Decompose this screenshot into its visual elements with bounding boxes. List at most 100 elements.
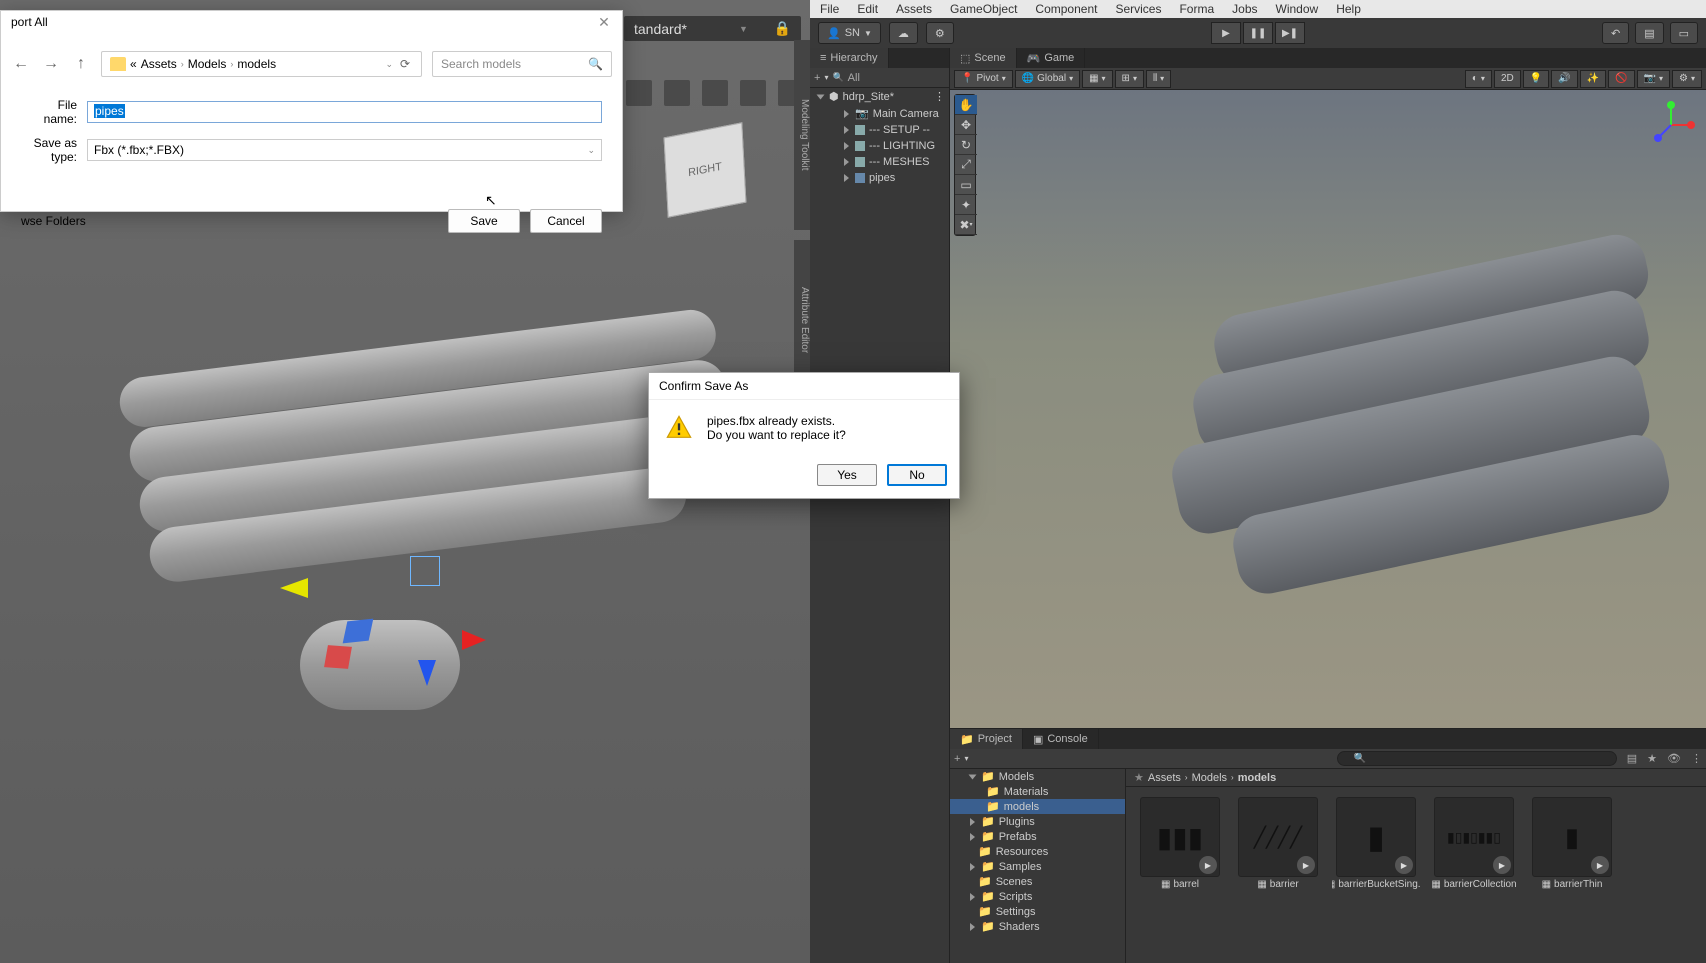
pivot-dropdown[interactable]: 📍Pivot▾ [954,70,1013,88]
undo-history-icon[interactable]: ↶ [1602,22,1629,44]
nav-back-icon[interactable]: ← [11,54,31,74]
menu-item-window[interactable]: Window [1276,2,1319,16]
tree-item-materials[interactable]: 📁 Materials [950,784,1125,799]
layout-button[interactable]: ▭ [1670,22,1698,44]
fx-icon[interactable]: ✨ [1580,70,1606,88]
tree-item-shaders[interactable]: 📁 Shaders [950,919,1125,934]
asset-item[interactable]: ▮▶▦ barrierBucketSing... [1332,797,1420,890]
camera-icon[interactable]: 📷▾ [1637,70,1670,88]
rotate-tool-icon[interactable]: ↻ [955,135,977,155]
pause-button[interactable]: ❚❚ [1243,22,1273,44]
shelf-icon[interactable] [740,80,766,106]
nav-up-icon[interactable]: ↑ [71,54,91,74]
add-icon[interactable]: + [954,753,960,765]
play-button[interactable]: ▶ [1211,22,1241,44]
tree-item-settings[interactable]: 📁 Settings [950,904,1125,919]
browse-folders-link[interactable]: wse Folders [21,214,86,228]
lighting-icon[interactable]: 💡 [1523,70,1549,88]
rect-tool-icon[interactable]: ▭ [955,175,977,195]
no-button[interactable]: No [887,464,947,486]
step-button[interactable]: ▶❚ [1275,22,1305,44]
global-dropdown[interactable]: 🌐Global▾ [1015,70,1080,88]
tree-item-models-sub[interactable]: 📁 models [950,799,1125,814]
search-input[interactable]: Search models 🔍 [432,51,612,77]
cloud-icon[interactable]: ☁ [889,22,918,44]
save-button[interactable]: Save [448,209,520,233]
scale-tool-icon[interactable]: ⤢ [955,155,977,175]
snap2-icon[interactable]: ⫴▾ [1146,70,1171,88]
hierarchy-item[interactable]: pipes [810,170,949,186]
menu-item-services[interactable]: Services [1115,2,1161,16]
move-tool-icon[interactable]: ✥ [955,115,977,135]
shelf-icon[interactable] [664,80,690,106]
cancel-button[interactable]: Cancel [530,209,602,233]
tab-hierarchy[interactable]: ≡ Hierarchy [810,48,889,68]
hierarchy-root[interactable]: ⬢ hdrp_Site* ⋮ [810,88,949,105]
breadcrumb-part[interactable]: models [237,57,276,71]
breadcrumb-part[interactable]: Models [188,57,227,71]
menu-item-component[interactable]: Component [1035,2,1097,16]
asset-item[interactable]: ╱╱╱╱▶▦ barrier [1234,797,1322,890]
save-type-select[interactable]: Fbx (*.fbx;*.FBX) ⌄ [87,139,602,161]
tree-item-resources[interactable]: 📁 Resources [950,844,1125,859]
file-name-field[interactable]: pipes [87,101,602,123]
menu-item-gameobject[interactable]: GameObject [950,2,1017,16]
filter-icon[interactable]: ▤ [1627,752,1637,765]
fav-icon[interactable]: ★ [1647,752,1657,765]
tree-item-models[interactable]: 📁 Models [950,769,1125,784]
menu-item-assets[interactable]: Assets [896,2,932,16]
scene-view[interactable]: ✋ ✥ ↻ ⤢ ▭ ✦ ✖▾ [950,90,1706,728]
snap-icon[interactable]: ⊞▾ [1115,70,1144,88]
tree-item-plugins[interactable]: 📁 Plugins [950,814,1125,829]
project-search-input[interactable] [1337,751,1617,766]
tab-project[interactable]: 📁 Project [950,729,1023,749]
audio-icon[interactable]: 🔊 [1551,70,1577,88]
nav-forward-icon[interactable]: → [41,54,61,74]
yes-button[interactable]: Yes [817,464,877,486]
2d-toggle[interactable]: 2D [1494,70,1521,88]
menu-item-edit[interactable]: Edit [857,2,878,16]
breadcrumb[interactable]: « Assets› Models› models ⌄ ⟳ [101,51,422,77]
breadcrumb-part[interactable]: models [1238,772,1277,784]
hierarchy-item[interactable]: 📷 Main Camera [810,105,949,122]
account-button[interactable]: 👤 SN ▼ [818,22,881,44]
tab-console[interactable]: ▣ Console [1023,729,1099,749]
orientation-gizmo[interactable] [1646,100,1696,150]
hand-tool-icon[interactable]: ✋ [955,95,977,115]
close-icon[interactable]: ✕ [596,14,612,30]
draw-mode-icon[interactable]: ◐▾ [1465,70,1492,88]
tree-item-scenes[interactable]: 📁 Scenes [950,874,1125,889]
view-cube[interactable]: RIGHT [664,122,747,217]
transform-tool-icon[interactable]: ✦ [955,195,977,215]
custom-tool-icon[interactable]: ✖▾ [955,215,977,235]
hierarchy-item[interactable]: --- SETUP -- [810,122,949,138]
gizmos-icon[interactable]: ⚙▾ [1672,70,1702,88]
asset-item[interactable]: ▮▯▮▯▮▮▯▶▦ barrierCollection [1430,797,1518,890]
menu-item-help[interactable]: Help [1336,2,1361,16]
gear-icon[interactable]: ⚙ [926,22,954,44]
breadcrumb-part[interactable]: Models [1192,772,1227,784]
asset-item[interactable]: ▮▶▦ barrierThin [1528,797,1616,890]
hierarchy-item[interactable]: --- LIGHTING [810,138,949,154]
breadcrumb-part[interactable]: Assets [141,57,177,71]
hierarchy-item[interactable]: --- MESHES [810,154,949,170]
asset-item[interactable]: ▮▮▮▶▦ barrel [1136,797,1224,890]
menu-item-file[interactable]: File [820,2,839,16]
tab-game[interactable]: 🎮 Game [1017,48,1086,68]
gizmo-plane-xy[interactable] [324,645,352,669]
tab-scene[interactable]: ⬚ Scene [950,48,1017,68]
refresh-icon[interactable]: ⟳ [397,57,413,71]
tree-item-samples[interactable]: 📁 Samples [950,859,1125,874]
layers-button[interactable]: ▤ [1635,22,1663,44]
breadcrumb-part[interactable]: Assets [1148,772,1181,784]
hidden-icon[interactable]: 🚫 [1608,70,1634,88]
shelf-icon[interactable] [626,80,652,106]
gizmo-plane-xz[interactable] [343,619,374,644]
gizmo-center[interactable] [410,556,440,586]
menu-icon[interactable]: ⋮ [1691,752,1702,765]
shelf-icon[interactable] [702,80,728,106]
tree-item-prefabs[interactable]: 📁 Prefabs [950,829,1125,844]
grid-icon[interactable]: ▦▾ [1082,70,1112,88]
add-icon[interactable]: + [814,72,820,84]
menu-item-jobs[interactable]: Jobs [1232,2,1257,16]
